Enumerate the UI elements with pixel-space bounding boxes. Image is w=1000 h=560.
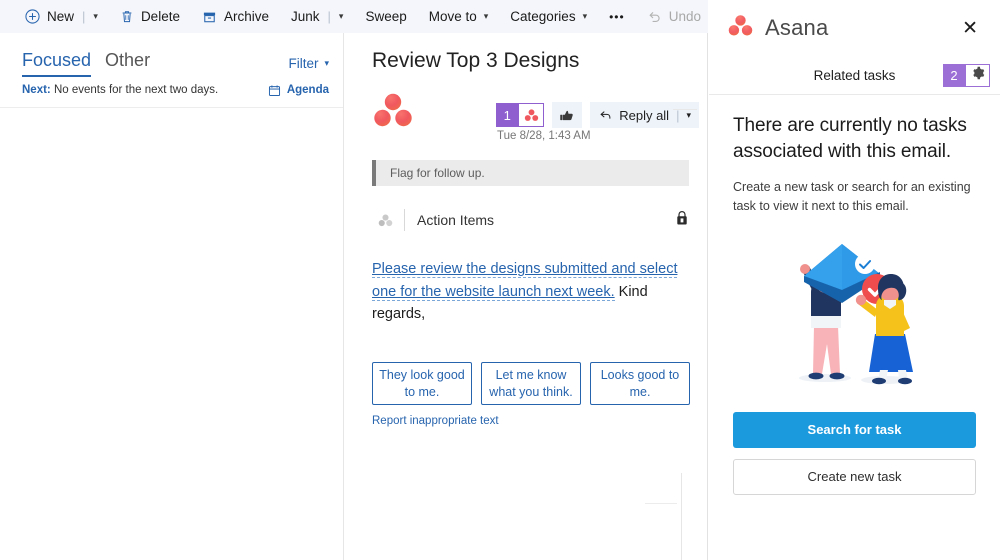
- empty-state-description: Create a new task or search for an exist…: [733, 180, 971, 214]
- undo-arrow-icon: [647, 9, 662, 24]
- reply-all-button[interactable]: Reply all | ▾: [590, 102, 699, 129]
- trash-icon: [120, 9, 134, 24]
- suggested-reply-2[interactable]: Let me know what you think.: [481, 361, 581, 406]
- asana-addin-button[interactable]: [518, 103, 545, 128]
- more-commands-button[interactable]: •••: [598, 0, 636, 33]
- related-tasks-label: Related tasks: [813, 67, 896, 83]
- create-new-task-button[interactable]: Create new task: [733, 458, 976, 495]
- suggested-reply-3[interactable]: Looks good to me.: [590, 361, 690, 406]
- task-pane-subheader-actions: 2: [943, 63, 990, 87]
- empty-state-illustration: [733, 230, 976, 390]
- categories-label: Categories: [510, 9, 576, 24]
- chevron-down-icon[interactable]: ▾: [484, 11, 489, 22]
- plus-circle-icon: [25, 9, 40, 24]
- asana-app-name: Asana: [765, 15, 829, 40]
- reply-separator: |: [676, 107, 680, 123]
- action-items-divider: [404, 209, 405, 232]
- flag-text: Flag for follow up.: [390, 166, 485, 181]
- settings-button[interactable]: [965, 63, 990, 87]
- move-to-button[interactable]: Move to ▾: [418, 0, 500, 33]
- email-body: Please review the designs submitted and …: [372, 258, 689, 325]
- next-text: No events for the next two days.: [53, 84, 219, 96]
- next-event-text: Next: No events for the next two days.: [22, 84, 218, 96]
- like-button[interactable]: [552, 102, 583, 129]
- message-list-pane: Focused Other Filter ▾ Next: No events f…: [0, 33, 344, 560]
- reading-pane: Review Top 3 Designs Tue 8/28, 1:43 AM 1…: [345, 33, 708, 560]
- flag-follow-up-banner: Flag for follow up.: [372, 160, 689, 187]
- action-items-row[interactable]: Action Items: [372, 200, 689, 240]
- asana-brand: Asana: [727, 13, 828, 44]
- related-tasks-count-badge[interactable]: 2: [943, 63, 965, 87]
- close-icon[interactable]: ✕: [958, 15, 982, 42]
- asana-logo-icon: [727, 13, 754, 44]
- undo-button[interactable]: Undo: [636, 0, 712, 33]
- undo-label: Undo: [668, 9, 701, 24]
- chevron-down-icon[interactable]: ▾: [583, 11, 588, 22]
- addin-count-badge[interactable]: 1: [496, 103, 519, 128]
- chevron-down-icon[interactable]: ▾: [686, 110, 691, 121]
- categories-button[interactable]: Categories ▾: [499, 0, 598, 33]
- junk-separator: |: [327, 9, 331, 24]
- report-inappropriate-link[interactable]: Report inappropriate text: [372, 415, 707, 427]
- asana-task-pane: Asana ✕ Related tasks 2 There are curren…: [709, 0, 1000, 560]
- sender-avatar: [372, 90, 414, 132]
- email-timestamp: Tue 8/28, 1:43 AM: [497, 130, 591, 143]
- pivot-other-label: Other: [105, 50, 151, 71]
- email-header-actions: 1 Reply all | ▾: [496, 102, 699, 129]
- search-for-task-button[interactable]: Search for task: [733, 411, 976, 448]
- move-to-label: Move to: [428, 9, 477, 24]
- filter-label: Filter: [288, 56, 319, 71]
- pivot-focused-label: Focused: [22, 50, 92, 71]
- task-pane-body: There are currently no tasks associated …: [709, 95, 1000, 390]
- pivot-other[interactable]: Other: [105, 50, 150, 77]
- new-label: New: [47, 9, 75, 24]
- reading-pane-faint-rule: [645, 503, 677, 504]
- filter-button[interactable]: Filter ▾: [288, 56, 329, 77]
- agenda-button[interactable]: Agenda: [268, 84, 329, 97]
- task-pane-subheader: Related tasks 2: [709, 56, 1000, 94]
- action-items-app-icon: [372, 212, 398, 229]
- junk-label: Junk: [290, 9, 320, 24]
- task-pane-header: Asana ✕: [709, 0, 1000, 56]
- email-subject: Review Top 3 Designs: [372, 49, 580, 72]
- locked-badge-icon: [675, 210, 689, 231]
- reply-all-icon: [598, 108, 613, 122]
- gear-icon: [971, 66, 985, 85]
- asana-addin-badge-group: 1: [496, 103, 545, 128]
- ellipsis-icon: •••: [609, 9, 625, 24]
- chevron-down-icon: ▾: [324, 58, 329, 68]
- agenda-row: Next: No events for the next two days. A…: [0, 77, 343, 101]
- email-header-row: Tue 8/28, 1:43 AM 1 Reply all | ▾: [345, 74, 707, 142]
- archive-label: Archive: [223, 9, 269, 24]
- thumbs-up-icon: [560, 110, 573, 120]
- agenda-label: Agenda: [286, 84, 329, 96]
- action-items-label: Action Items: [417, 212, 495, 229]
- archive-button[interactable]: Archive: [191, 0, 280, 33]
- new-button[interactable]: New | ▾: [14, 0, 109, 33]
- task-pane-actions: Search for task Create new task: [709, 411, 1000, 495]
- list-pivots: Focused Other Filter ▾: [0, 33, 343, 77]
- reading-pane-vertical-rule: [681, 473, 682, 560]
- reply-all-label: Reply all: [619, 107, 670, 123]
- chevron-down-icon[interactable]: ▾: [93, 11, 98, 22]
- command-toolbar: New | ▾ Delete Archive Junk | ▾ Sweep Mo…: [0, 0, 708, 33]
- calendar-icon: [268, 84, 281, 97]
- next-prefix: Next:: [22, 84, 51, 96]
- delete-button[interactable]: Delete: [109, 0, 191, 33]
- new-separator: |: [82, 9, 86, 24]
- empty-state-heading: There are currently no tasks associated …: [733, 115, 967, 162]
- suggested-replies: They look good to me. Let me know what y…: [372, 361, 707, 406]
- archive-box-icon: [202, 10, 217, 24]
- sweep-label: Sweep: [365, 9, 407, 24]
- reading-pane-top-faint-rule: [673, 109, 697, 110]
- list-divider: [0, 107, 343, 108]
- chevron-down-icon[interactable]: ▾: [339, 11, 344, 22]
- pivot-focused[interactable]: Focused: [22, 50, 92, 77]
- junk-button[interactable]: Junk | ▾: [280, 0, 354, 33]
- sweep-button[interactable]: Sweep: [354, 0, 417, 33]
- delete-label: Delete: [140, 9, 180, 24]
- suggested-reply-1[interactable]: They look good to me.: [372, 361, 472, 406]
- outlook-window: New | ▾ Delete Archive Junk | ▾ Sweep Mo…: [0, 0, 1000, 560]
